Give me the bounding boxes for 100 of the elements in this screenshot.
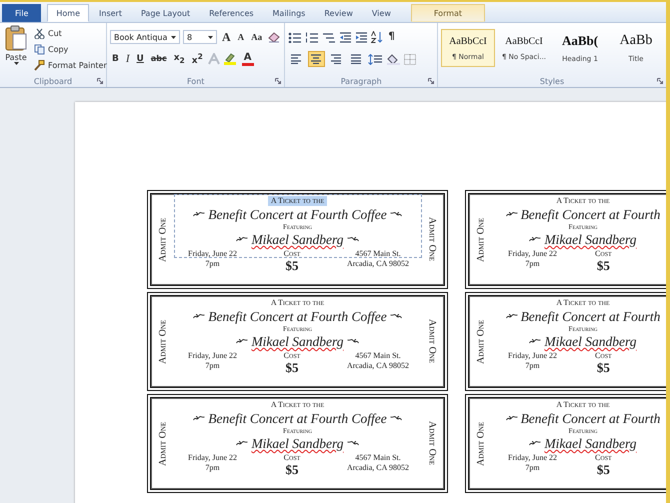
group-label: Clipboard [34,76,72,86]
flourish-icon[interactable] [390,211,402,218]
venue-address: 4567 Main St. [355,249,401,259]
change-case-button[interactable]: Aa [249,32,264,42]
event-title: Benefit Concert at Fourth Coffee [208,308,387,325]
line-spacing-icon[interactable] [368,54,384,64]
admit-label: Admit One [474,216,488,264]
flourish-icon[interactable] [193,211,206,218]
flourish-icon[interactable] [529,236,542,243]
ribbon-tab[interactable]: File [2,4,42,22]
event-time: 7pm [525,463,540,473]
highlighter-icon[interactable] [222,53,239,65]
admit-label: Admit One [474,318,488,366]
ticket-price: $5 [596,259,610,273]
admit-label: Admit One [156,420,170,468]
venue-address: Arcadia, CA 98052 [346,361,409,371]
eraser-icon[interactable] [267,31,282,43]
font-name-field[interactable]: Book Antiqua [110,30,180,44]
event-time: 7pm [205,361,220,371]
flourish-icon[interactable] [529,440,542,447]
decrease-indent-icon[interactable] [339,32,352,42]
show-formatting-button[interactable]: ¶ [386,32,397,42]
admit-label: Admit One [156,318,170,366]
flourish-icon[interactable] [346,338,359,345]
admit-label: Admit One [426,420,438,468]
bulleted-list-icon[interactable] [288,32,302,42]
flourish-icon[interactable] [236,440,248,447]
venue-address: 4567 Main St. [355,351,401,361]
subscript-button[interactable]: x$_{2}$ [172,54,187,64]
paste-button[interactable]: Paste [3,25,29,75]
event-time: 7pm [205,259,220,269]
performer-name: Mikael Sandberg [251,333,344,350]
dropdown-arrow-icon[interactable] [14,62,18,65]
bold-button[interactable]: B [110,54,121,64]
strikethrough-button[interactable]: abc [148,55,169,63]
performer-name: Mikael Sandberg [544,231,637,248]
ticket-heading: A Ticket to the [555,196,611,206]
align-center-button[interactable] [308,51,326,67]
grow-font-button[interactable]: A [220,31,233,43]
event-time: 7pm [205,463,220,473]
flourish-icon[interactable] [236,236,248,243]
cut-button[interactable]: Cut [32,26,109,41]
flourish-icon[interactable] [346,236,359,243]
event-title: Benefit Concert at Fourth Coffee [208,206,387,223]
sort-icon[interactable] [371,31,384,43]
numbered-list-icon[interactable] [305,32,320,42]
superscript-button[interactable]: x$^{2}$ [190,52,205,66]
ribbon-tab[interactable]: Home [47,4,90,22]
scissors-icon[interactable] [34,28,45,39]
increase-indent-icon[interactable] [355,32,368,42]
ticket-price: $5 [286,463,298,477]
dialog-launcher-icon[interactable] [97,78,103,84]
paintbrush-icon[interactable] [34,60,45,71]
copy-button[interactable]: Copy [32,42,109,57]
flourish-icon[interactable] [506,211,518,218]
venue-address: Arcadia, CA 98052 [346,463,409,473]
format-painter-button[interactable]: Format Painter [32,58,109,73]
dialog-launcher-icon[interactable] [428,78,434,84]
event-title: Benefit Concert at Fourth [520,206,660,223]
dialog-launcher-icon[interactable] [275,78,282,84]
event-date: Friday, June 22 [188,453,238,463]
flourish-icon[interactable] [193,313,206,320]
event-date: Friday, June 22 [188,249,238,259]
italic-button[interactable]: I [124,54,132,64]
font-color-button[interactable]: A [242,52,254,66]
ribbon-tab[interactable]: Format [410,4,486,22]
flourish-icon[interactable] [390,415,402,422]
event-time: 7pm [525,259,540,269]
dropdown-arrow-icon[interactable] [171,36,176,38]
dropdown-arrow-icon[interactable] [208,36,213,38]
ticket-price: $5 [286,259,298,273]
flourish-icon[interactable] [346,440,359,447]
flourish-icon[interactable] [506,313,518,320]
ribbon-tab[interactable]: Review [315,4,362,22]
ticket-price: $5 [286,361,298,375]
underline-button[interactable]: U [134,54,146,64]
copy-icon[interactable] [34,44,45,55]
event-date: Friday, June 22 [508,249,558,259]
flourish-icon[interactable] [236,338,248,345]
flourish-icon[interactable] [506,415,518,422]
flourish-icon[interactable] [390,313,402,320]
event-title: Benefit Concert at Fourth Coffee [208,410,387,427]
ribbon-tab[interactable]: References [200,4,263,22]
venue-address: 4567 Main St. [355,453,401,463]
font-size-field[interactable]: 8 [183,30,217,44]
admit-label: Admit One [426,216,438,264]
dialog-launcher-icon[interactable] [657,78,663,84]
flourish-icon[interactable] [193,415,206,422]
performer-name: Mikael Sandberg [544,435,637,452]
flourish-icon[interactable] [529,338,542,345]
borders-icon[interactable] [404,54,418,64]
ribbon-tab[interactable]: Mailings [264,4,314,22]
ribbon-tab[interactable]: View [362,4,400,22]
multilevel-list-icon[interactable] [322,32,336,42]
clipboard-icon[interactable] [5,25,27,51]
ribbon-tab[interactable]: Insert [90,4,131,22]
shrink-font-button[interactable]: A [236,32,246,42]
cost-label: Cost [284,453,300,463]
ribbon-tab[interactable]: Page Layout [132,4,200,22]
cost-label: Cost [595,453,612,463]
